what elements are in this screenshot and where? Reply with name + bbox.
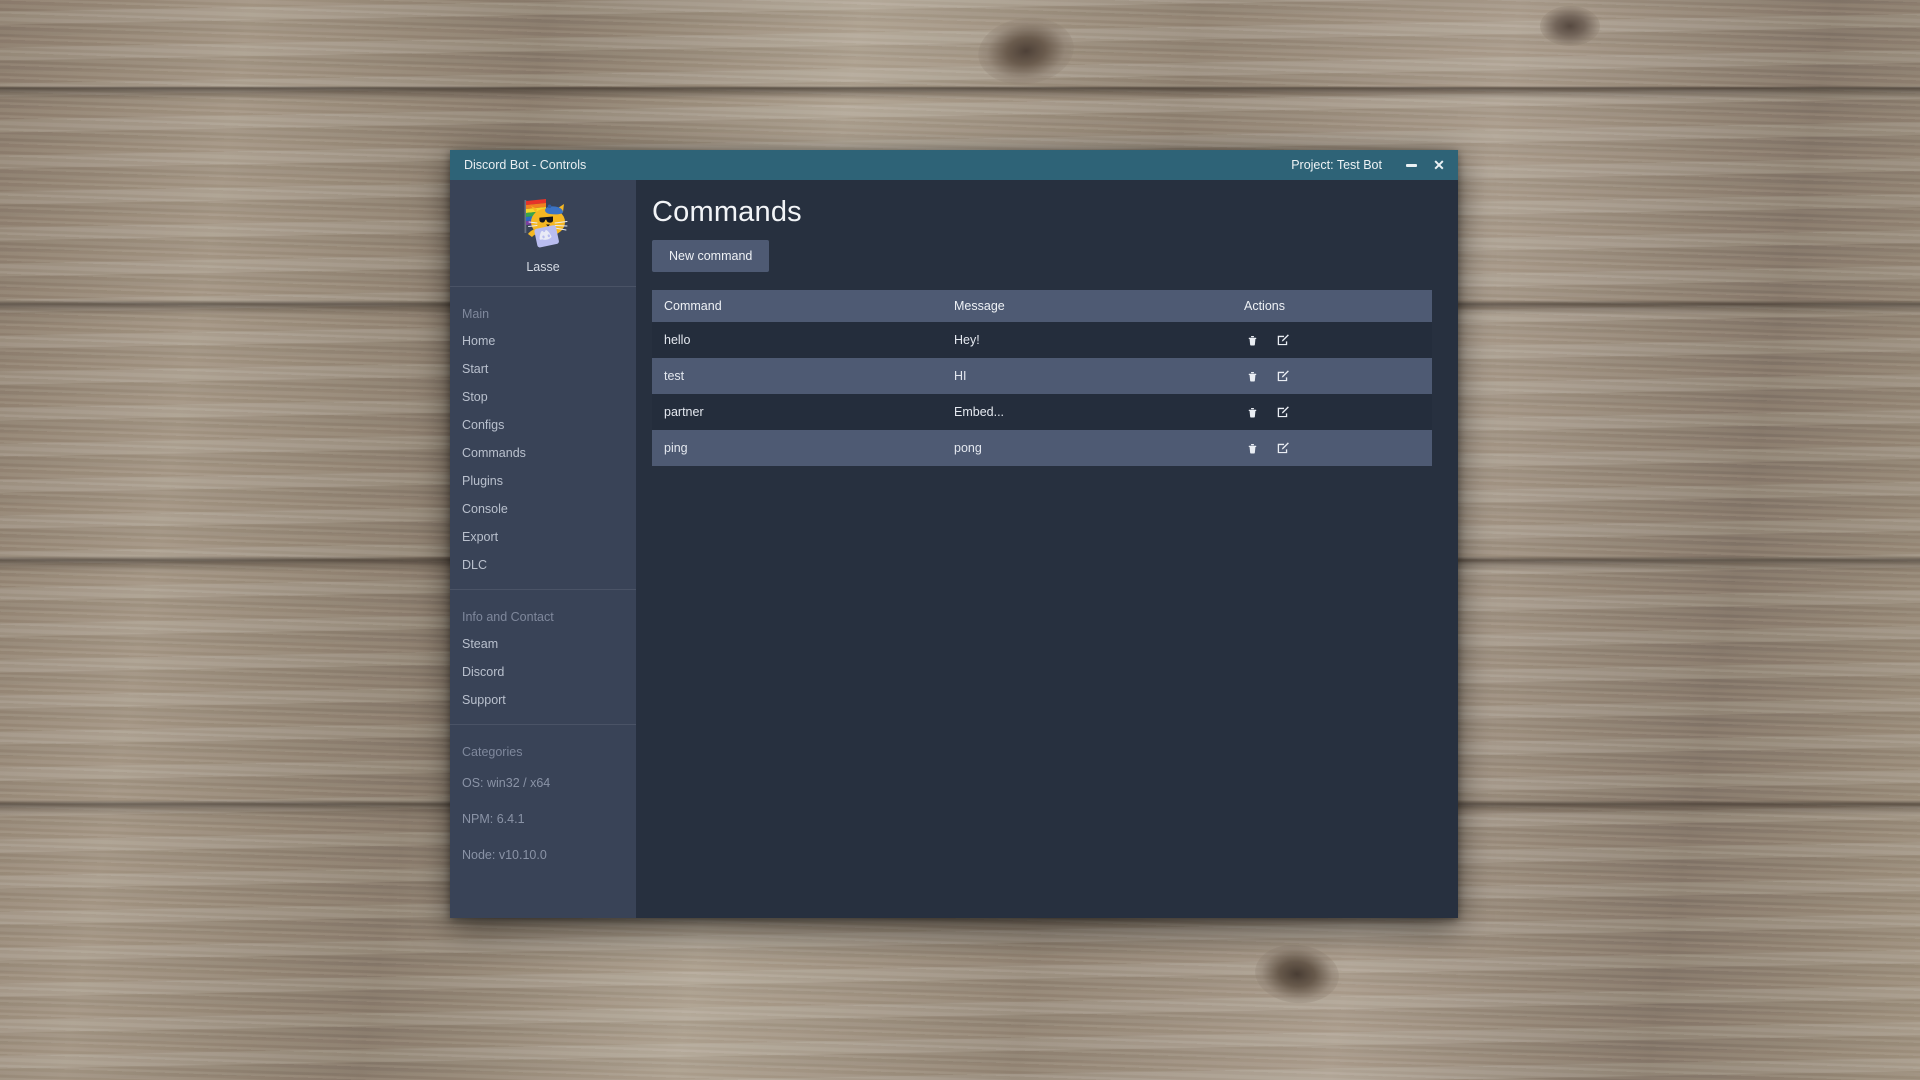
cell-message: pong — [954, 441, 982, 455]
cell-actions — [1232, 394, 1432, 430]
window-titlebar[interactable]: Discord Bot - Controls Project: Test Bot… — [450, 150, 1458, 180]
sidebar-section-main: Main Home Start Stop Configs Commands Pl… — [450, 287, 636, 589]
sidebar-item-configs[interactable]: Configs — [450, 411, 636, 439]
trash-icon — [1248, 371, 1256, 381]
sidebar-section-categories: Categories OS: win32 / x64 NPM: 6.4.1 No… — [450, 725, 636, 883]
delete-command-button[interactable] — [1244, 368, 1260, 384]
edit-pencil-icon — [1277, 442, 1289, 454]
cell-message: Embed... — [954, 405, 1005, 419]
cell-command: hello — [664, 333, 691, 347]
desktop-wallpaper: Discord Bot - Controls Project: Test Bot… — [0, 0, 1920, 1080]
wood-knot — [1252, 940, 1342, 1008]
profile-name: Lasse — [526, 260, 560, 274]
cell-command: test — [664, 369, 685, 383]
cell-message: HI — [954, 369, 967, 383]
action-group — [1244, 404, 1432, 420]
sidebar-item-steam[interactable]: Steam — [450, 630, 636, 658]
cell-actions — [1232, 358, 1432, 394]
column-header-actions: Actions — [1232, 290, 1432, 322]
edit-command-button[interactable] — [1275, 440, 1291, 456]
table-row[interactable]: hello Hey! — [652, 322, 1432, 358]
system-info-npm: NPM: 6.4.1 — [462, 812, 525, 826]
delete-command-button[interactable] — [1244, 404, 1260, 420]
cell-actions — [1232, 430, 1432, 466]
window-body: Lasse Main Home Start Stop Configs Comma… — [450, 180, 1458, 918]
main-content: Commands New command Command Message Act… — [636, 180, 1458, 918]
close-button[interactable]: ✕ — [1426, 152, 1452, 178]
sidebar-heading-categories: Categories — [462, 745, 523, 759]
cat-with-rainbow-flag-avatar — [512, 194, 574, 252]
trash-icon — [1248, 443, 1256, 453]
table-row[interactable]: ping pong — [652, 430, 1432, 466]
wood-knot — [973, 11, 1079, 91]
edit-command-button[interactable] — [1275, 404, 1291, 420]
edit-command-button[interactable] — [1275, 332, 1291, 348]
new-command-button[interactable]: New command — [652, 240, 770, 272]
cell-command: partner — [664, 405, 704, 419]
column-header-command: Command — [652, 290, 942, 322]
action-group — [1244, 332, 1432, 348]
edit-pencil-icon — [1277, 370, 1289, 382]
cell-actions — [1232, 322, 1432, 358]
sidebar-item-start[interactable]: Start — [450, 355, 636, 383]
project-label: Project: Test Bot — [1291, 158, 1382, 172]
application-window: Discord Bot - Controls Project: Test Bot… — [450, 150, 1458, 918]
column-header-message: Message — [942, 290, 1232, 322]
table-body: hello Hey! test HI partner Embed... ping… — [652, 322, 1432, 466]
minimize-icon — [1405, 163, 1417, 167]
sidebar-section-info: Info and Contact Steam Discord Support — [450, 590, 636, 724]
close-icon: ✕ — [1433, 157, 1445, 173]
sidebar-item-plugins[interactable]: Plugins — [450, 467, 636, 495]
action-group — [1244, 440, 1432, 456]
system-info-node: Node: v10.10.0 — [462, 848, 547, 862]
edit-pencil-icon — [1277, 334, 1289, 346]
table-header: Command Message Actions — [652, 290, 1432, 322]
sidebar: Lasse Main Home Start Stop Configs Comma… — [450, 180, 636, 918]
system-info-os: OS: win32 / x64 — [462, 776, 551, 790]
table-header-row: Command Message Actions — [652, 290, 1432, 322]
sidebar-item-support[interactable]: Support — [450, 686, 636, 714]
trash-icon — [1248, 335, 1256, 345]
cell-command: ping — [664, 441, 688, 455]
commands-table: Command Message Actions hello Hey! test … — [652, 290, 1432, 466]
action-group — [1244, 368, 1432, 384]
page-title: Commands — [652, 196, 802, 228]
profile-block: Lasse — [450, 180, 636, 286]
wood-knot — [1540, 6, 1600, 46]
minimize-button[interactable] — [1398, 152, 1424, 178]
sidebar-heading-info: Info and Contact — [462, 610, 554, 624]
edit-pencil-icon — [1277, 406, 1289, 418]
titlebar-right-group: Project: Test Bot ✕ — [1291, 152, 1452, 178]
sidebar-item-home[interactable]: Home — [450, 327, 636, 355]
sidebar-item-dlc[interactable]: DLC — [450, 551, 636, 579]
sidebar-item-commands[interactable]: Commands — [450, 439, 636, 467]
table-row[interactable]: partner Embed... — [652, 394, 1432, 430]
sidebar-item-discord[interactable]: Discord — [450, 658, 636, 686]
sidebar-item-console[interactable]: Console — [450, 495, 636, 523]
sidebar-item-export[interactable]: Export — [450, 523, 636, 551]
sidebar-heading-main: Main — [462, 307, 490, 321]
edit-command-button[interactable] — [1275, 368, 1291, 384]
cell-message: Hey! — [954, 333, 980, 347]
window-title: Discord Bot - Controls — [464, 158, 587, 172]
trash-icon — [1248, 407, 1256, 417]
delete-command-button[interactable] — [1244, 440, 1260, 456]
delete-command-button[interactable] — [1244, 332, 1260, 348]
sidebar-item-stop[interactable]: Stop — [450, 383, 636, 411]
table-row[interactable]: test HI — [652, 358, 1432, 394]
